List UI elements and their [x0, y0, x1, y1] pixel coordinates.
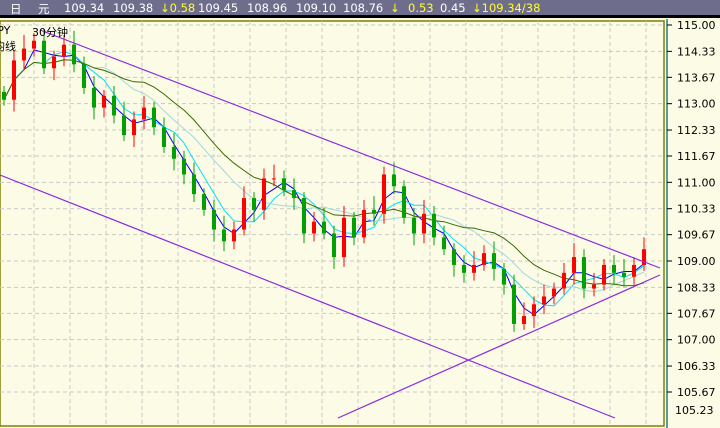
candle-body	[52, 56, 56, 69]
candle-body	[122, 115, 126, 136]
candle-body	[62, 44, 66, 57]
candle-body	[272, 178, 276, 180]
candle-body	[472, 264, 476, 273]
candle-body	[422, 213, 426, 234]
y-tick-label: 110.33	[677, 203, 716, 216]
open-value: 109.45	[198, 1, 239, 15]
candle-body	[282, 178, 286, 191]
y-tick-label: 114.33	[677, 45, 716, 58]
candle-body	[352, 217, 356, 238]
candle-body	[22, 48, 26, 61]
candle-body	[612, 264, 616, 273]
candle-body	[32, 40, 36, 49]
candle-body	[462, 264, 466, 273]
period-label: 30分钟	[32, 26, 68, 39]
y-tick-label: 115.00	[677, 19, 716, 32]
candle-body	[302, 198, 306, 234]
y-tick-label: 107.67	[677, 307, 716, 320]
candle-body	[12, 60, 16, 100]
y-min-label: 105.23	[675, 404, 714, 417]
candle-body	[162, 127, 166, 147]
symbol-label: JPY	[0, 24, 11, 37]
candle-body	[132, 119, 136, 136]
candle-body	[452, 249, 456, 265]
candle-body	[392, 174, 396, 187]
candle-body	[262, 178, 266, 210]
prev-value: 108.76	[343, 1, 384, 15]
y-tick-label: 109.00	[677, 255, 716, 268]
candle-body	[172, 146, 176, 159]
candle-body	[632, 264, 636, 277]
candle-body	[492, 253, 496, 269]
candle-body	[442, 237, 446, 250]
candle-body	[72, 44, 76, 65]
y-tick-label: 113.67	[677, 71, 716, 84]
candle-body	[342, 217, 346, 258]
candle-body	[212, 209, 216, 230]
high-value: 108.96	[247, 1, 288, 15]
candle-body	[182, 158, 186, 175]
indicator-label: 均线	[0, 40, 16, 53]
candle-body	[112, 95, 116, 116]
y-tick-label: 109.67	[677, 229, 716, 242]
candle-body	[192, 174, 196, 195]
candle-body	[482, 253, 486, 265]
candle-body	[102, 95, 106, 108]
change-value: ↓0.58	[160, 1, 196, 15]
y-tick-label: 113.00	[677, 98, 716, 111]
quote-header: 日 元 109.34 109.38 ↓0.58 109.45 108.96 10…	[0, 0, 720, 18]
candle-body	[532, 304, 536, 317]
y-tick-label: 108.33	[677, 281, 716, 294]
candle-body	[622, 272, 626, 277]
ask-value: 109.38	[113, 1, 154, 15]
candle-body	[252, 198, 256, 210]
title-char: 元	[38, 2, 50, 16]
candle-body	[582, 257, 586, 289]
candle-body	[602, 264, 606, 285]
candle-body	[412, 217, 416, 234]
candle-body	[152, 107, 156, 128]
candle-body	[362, 209, 366, 238]
candle-body	[592, 284, 596, 289]
candle-body	[292, 190, 296, 199]
candle-body	[312, 221, 316, 234]
title-char: 日	[10, 2, 22, 16]
candle-body	[522, 316, 526, 324]
last-quote: ↓109.34/38	[472, 1, 541, 15]
candle-body	[42, 40, 46, 69]
candle-body	[332, 233, 336, 258]
candle-body	[562, 272, 566, 289]
candle-body	[572, 257, 576, 273]
price-chart: 115.00 114.33 113.67 113.00 112.33 111.67 111.…	[0, 19, 716, 428]
range1-value: 0.53	[408, 1, 434, 15]
low-value: 109.10	[296, 1, 337, 15]
y-tick-label: 112.33	[677, 124, 716, 137]
candle-body	[202, 194, 206, 210]
candle-body	[92, 87, 96, 108]
candle-body	[432, 213, 436, 238]
candle-body	[502, 268, 506, 285]
y-tick-label: 105.67	[677, 386, 716, 399]
candle-body	[512, 284, 516, 324]
plot-area	[0, 20, 665, 427]
candle-body	[372, 209, 376, 214]
candle-body	[552, 288, 556, 297]
down-arrow-icon: ↓	[390, 1, 400, 15]
candle-body	[402, 186, 406, 218]
bid-value: 109.34	[64, 1, 105, 15]
candle-body	[232, 229, 236, 242]
y-tick-label: 107.00	[677, 334, 716, 347]
candle-body	[2, 91, 6, 100]
candle-body	[82, 64, 86, 88]
candle-body	[382, 174, 386, 214]
y-tick-label: 106.33	[677, 360, 716, 373]
y-tick-label: 111.00	[677, 176, 716, 189]
candle-body	[142, 107, 146, 120]
candle-body	[222, 229, 226, 242]
y-tick-label: 111.67	[677, 150, 716, 163]
candle-body	[542, 296, 546, 305]
candle-body	[322, 221, 326, 234]
candle-body	[242, 198, 246, 230]
range2-value: 0.45	[440, 1, 466, 15]
